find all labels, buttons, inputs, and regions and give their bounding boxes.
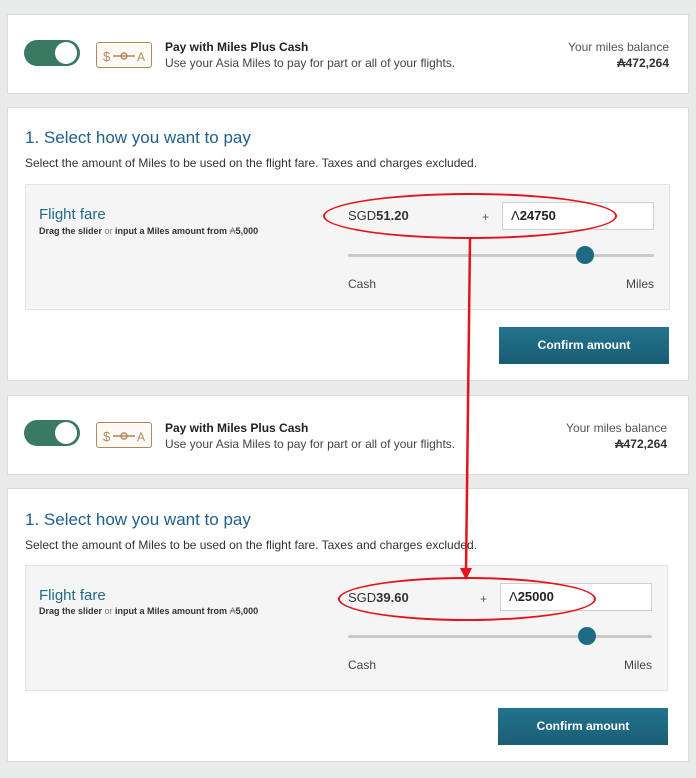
- hint-or-text: or: [102, 606, 116, 616]
- svg-text:A: A: [137, 430, 145, 444]
- toggle-knob: [55, 42, 77, 64]
- miles-slider-thumb[interactable]: [578, 627, 596, 645]
- toggle-knob: [55, 422, 77, 444]
- balance-label: Your miles balance: [566, 421, 667, 435]
- hint-input-text: input a Miles amount from: [115, 226, 230, 236]
- section-title: 1. Select how you want to pay: [25, 510, 251, 529]
- pay-with-title: Pay with Miles Plus Cash: [165, 421, 309, 435]
- balance-value: ₳472,264: [617, 56, 669, 70]
- confirm-amount-button[interactable]: Confirm amount: [499, 327, 669, 364]
- hint-min-text: 5,000: [235, 606, 259, 616]
- svg-text:A: A: [137, 50, 145, 64]
- hint-input-text: input a Miles amount from: [115, 606, 230, 616]
- flight-fare-title: Flight fare: [39, 587, 106, 604]
- balance-label: Your miles balance: [568, 40, 669, 54]
- hint-or-text: or: [102, 226, 116, 236]
- asia-miles-icon: ₳: [614, 437, 624, 451]
- balance-value-number: 472,264: [625, 56, 669, 70]
- flight-fare-title: Flight fare: [39, 206, 106, 223]
- miles-slider-thumb[interactable]: [576, 246, 594, 264]
- svg-text:$: $: [103, 429, 111, 444]
- section-title: 1. Select how you want to pay: [25, 128, 251, 147]
- miles-slider-track[interactable]: [348, 635, 652, 638]
- hint-min-text: 5,000: [235, 226, 259, 236]
- hint-drag-text: Drag the slider: [39, 226, 103, 236]
- cash-miles-icon: $ A: [96, 422, 152, 448]
- cash-label: Cash: [348, 658, 377, 672]
- balance-value-number: 472,264: [623, 437, 667, 451]
- balance-value: ₳472,264: [615, 437, 667, 451]
- annotation-ellipse-bottom: [338, 577, 596, 621]
- cash-miles-icon: $ A: [96, 42, 152, 68]
- annotation-ellipse-top: [323, 193, 617, 239]
- pay-with-desc: Use your Asia Miles to pay for part or a…: [165, 56, 456, 70]
- flight-fare-hint: Drag the slider or input a Miles amount …: [39, 226, 258, 236]
- miles-label: Miles: [623, 658, 652, 672]
- miles-plus-cash-toggle-2[interactable]: [24, 420, 80, 446]
- svg-text:$: $: [103, 49, 111, 64]
- pay-with-title: Pay with Miles Plus Cash: [165, 40, 309, 54]
- section-desc: Select the amount of Miles to be used on…: [25, 156, 478, 170]
- miles-label: Miles: [625, 277, 654, 291]
- hint-drag-text: Drag the slider: [39, 606, 103, 616]
- confirm-amount-button[interactable]: Confirm amount: [498, 708, 668, 745]
- miles-slider-track[interactable]: [348, 254, 654, 257]
- cash-label: Cash: [348, 277, 377, 291]
- flight-fare-hint: Drag the slider or input a Miles amount …: [39, 606, 258, 616]
- pay-with-desc: Use your Asia Miles to pay for part or a…: [165, 437, 456, 451]
- miles-plus-cash-toggle-1[interactable]: [24, 40, 80, 66]
- section-desc: Select the amount of Miles to be used on…: [25, 538, 478, 552]
- asia-miles-icon: ₳: [616, 56, 626, 70]
